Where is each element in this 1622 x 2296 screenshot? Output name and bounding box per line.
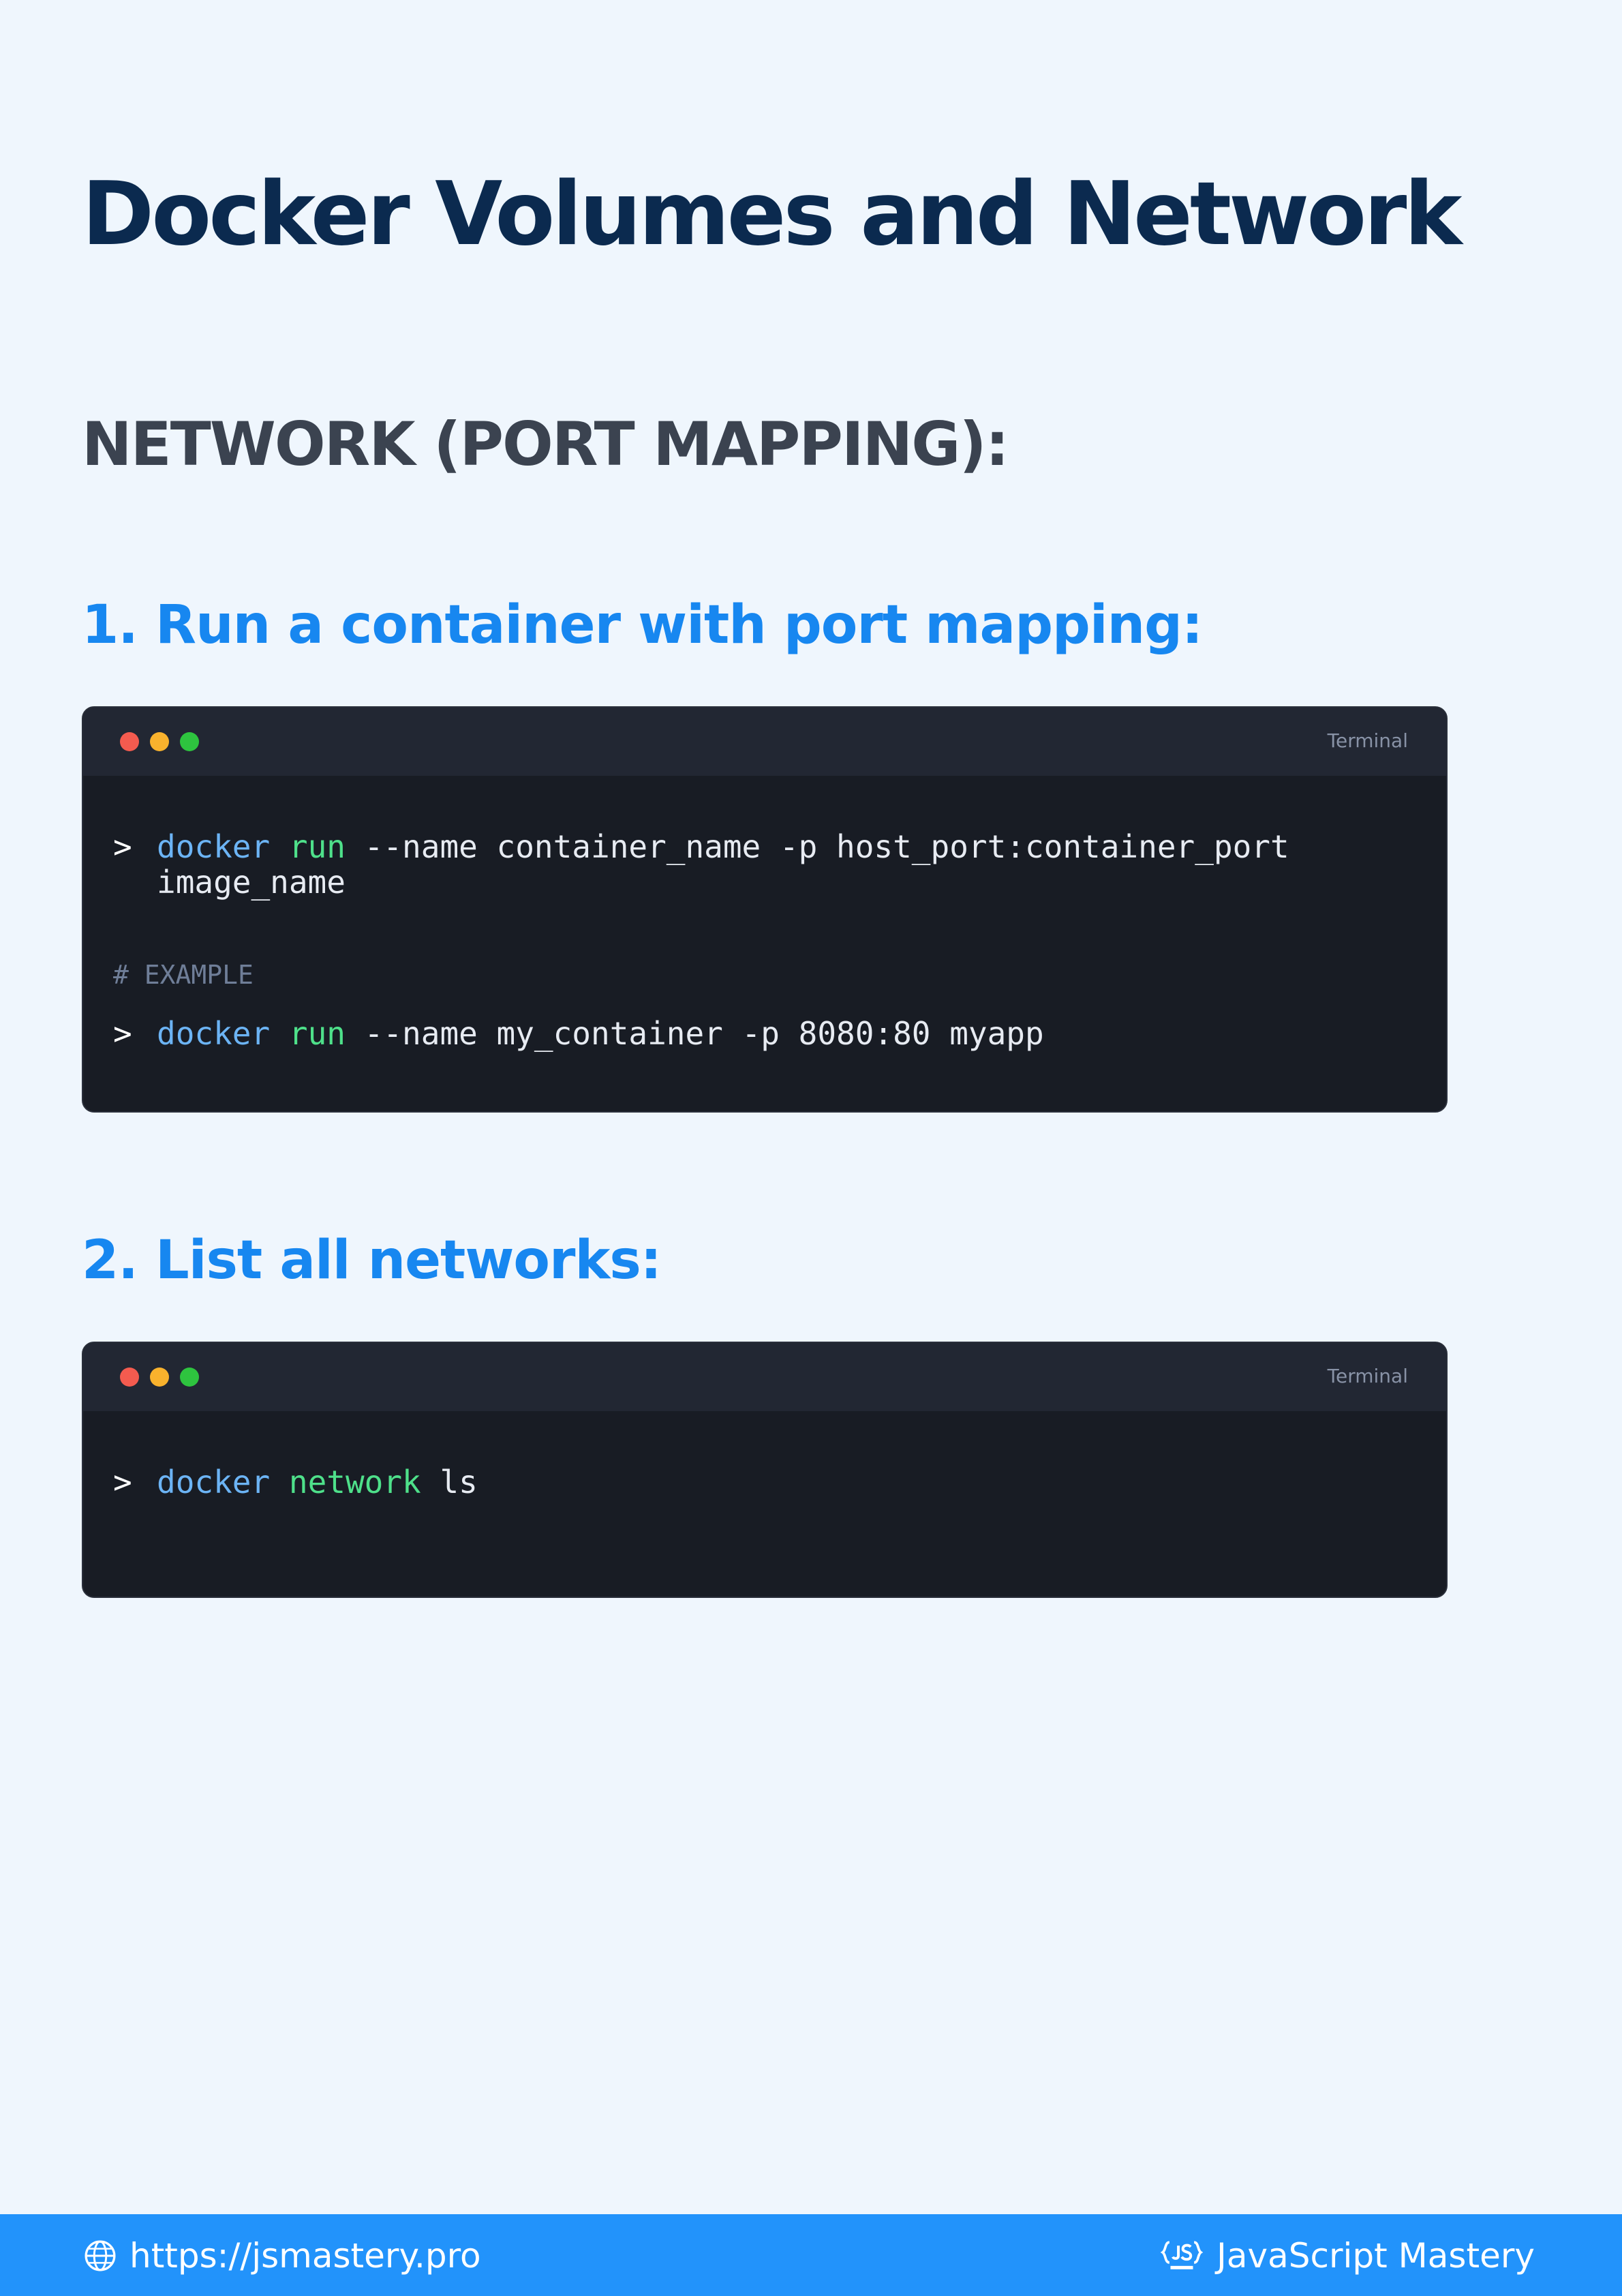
maximize-dot-icon xyxy=(180,732,199,751)
terminal-header: Terminal xyxy=(83,1343,1446,1411)
command-line: > docker network ls xyxy=(113,1464,1416,1500)
example-command-line: > docker run --name my_container -p 8080… xyxy=(113,1016,1416,1051)
minimize-dot-icon xyxy=(150,732,169,751)
globe-icon xyxy=(85,2240,116,2271)
footer-brand: JavaScript Mastery xyxy=(1159,2236,1535,2276)
section-title: NETWORK (PORT MAPPING): xyxy=(82,409,1009,479)
command-text: docker run --name container_name -p host… xyxy=(157,829,1416,900)
command-args: ls xyxy=(420,1464,478,1500)
command-subcommand: run xyxy=(288,828,346,865)
command-subcommand: run xyxy=(288,1015,346,1052)
prompt-symbol: > xyxy=(113,1464,132,1500)
close-dot-icon xyxy=(120,732,139,751)
command-subcommand: network xyxy=(288,1464,421,1500)
example-command-text: docker run --name my_container -p 8080:8… xyxy=(157,1016,1416,1051)
footer-brand-text: JavaScript Mastery xyxy=(1216,2236,1535,2276)
terminal-window-2: Terminal > docker network ls xyxy=(82,1342,1448,1598)
page-title: Docker Volumes and Network xyxy=(82,164,1462,265)
step-2-heading: 2. List all networks: xyxy=(82,1230,662,1291)
footer-link[interactable]: https://jsmastery.pro xyxy=(83,2236,481,2276)
close-dot-icon xyxy=(120,1368,139,1387)
terminal-label: Terminal xyxy=(1327,729,1408,752)
example-comment: # EXAMPLE xyxy=(113,960,254,990)
command-args: --name my_container -p 8080:80 myapp xyxy=(345,1015,1044,1052)
minimize-dot-icon xyxy=(150,1368,169,1387)
terminal-label: Terminal xyxy=(1327,1365,1408,1387)
js-mastery-logo-icon xyxy=(1160,2241,1204,2269)
step-1-heading: 1. Run a container with port mapping: xyxy=(82,594,1203,656)
command-line: > docker run --name container_name -p ho… xyxy=(113,829,1416,900)
terminal-body: > docker run --name container_name -p ho… xyxy=(83,776,1446,1051)
maximize-dot-icon xyxy=(180,1368,199,1387)
terminal-header: Terminal xyxy=(83,708,1446,776)
footer-bar: https://jsmastery.pro JavaScript Mastery xyxy=(0,2214,1622,2296)
footer-url-text: https://jsmastery.pro xyxy=(129,2236,481,2276)
command-tool: docker xyxy=(157,828,271,865)
command-text: docker network ls xyxy=(157,1464,1416,1500)
terminal-body: > docker network ls xyxy=(83,1411,1446,1500)
command-tool: docker xyxy=(157,1464,271,1500)
prompt-symbol: > xyxy=(113,828,132,865)
command-tool: docker xyxy=(157,1015,271,1052)
terminal-window-1: Terminal > docker run --name container_n… xyxy=(82,706,1448,1113)
prompt-symbol: > xyxy=(113,1015,132,1052)
